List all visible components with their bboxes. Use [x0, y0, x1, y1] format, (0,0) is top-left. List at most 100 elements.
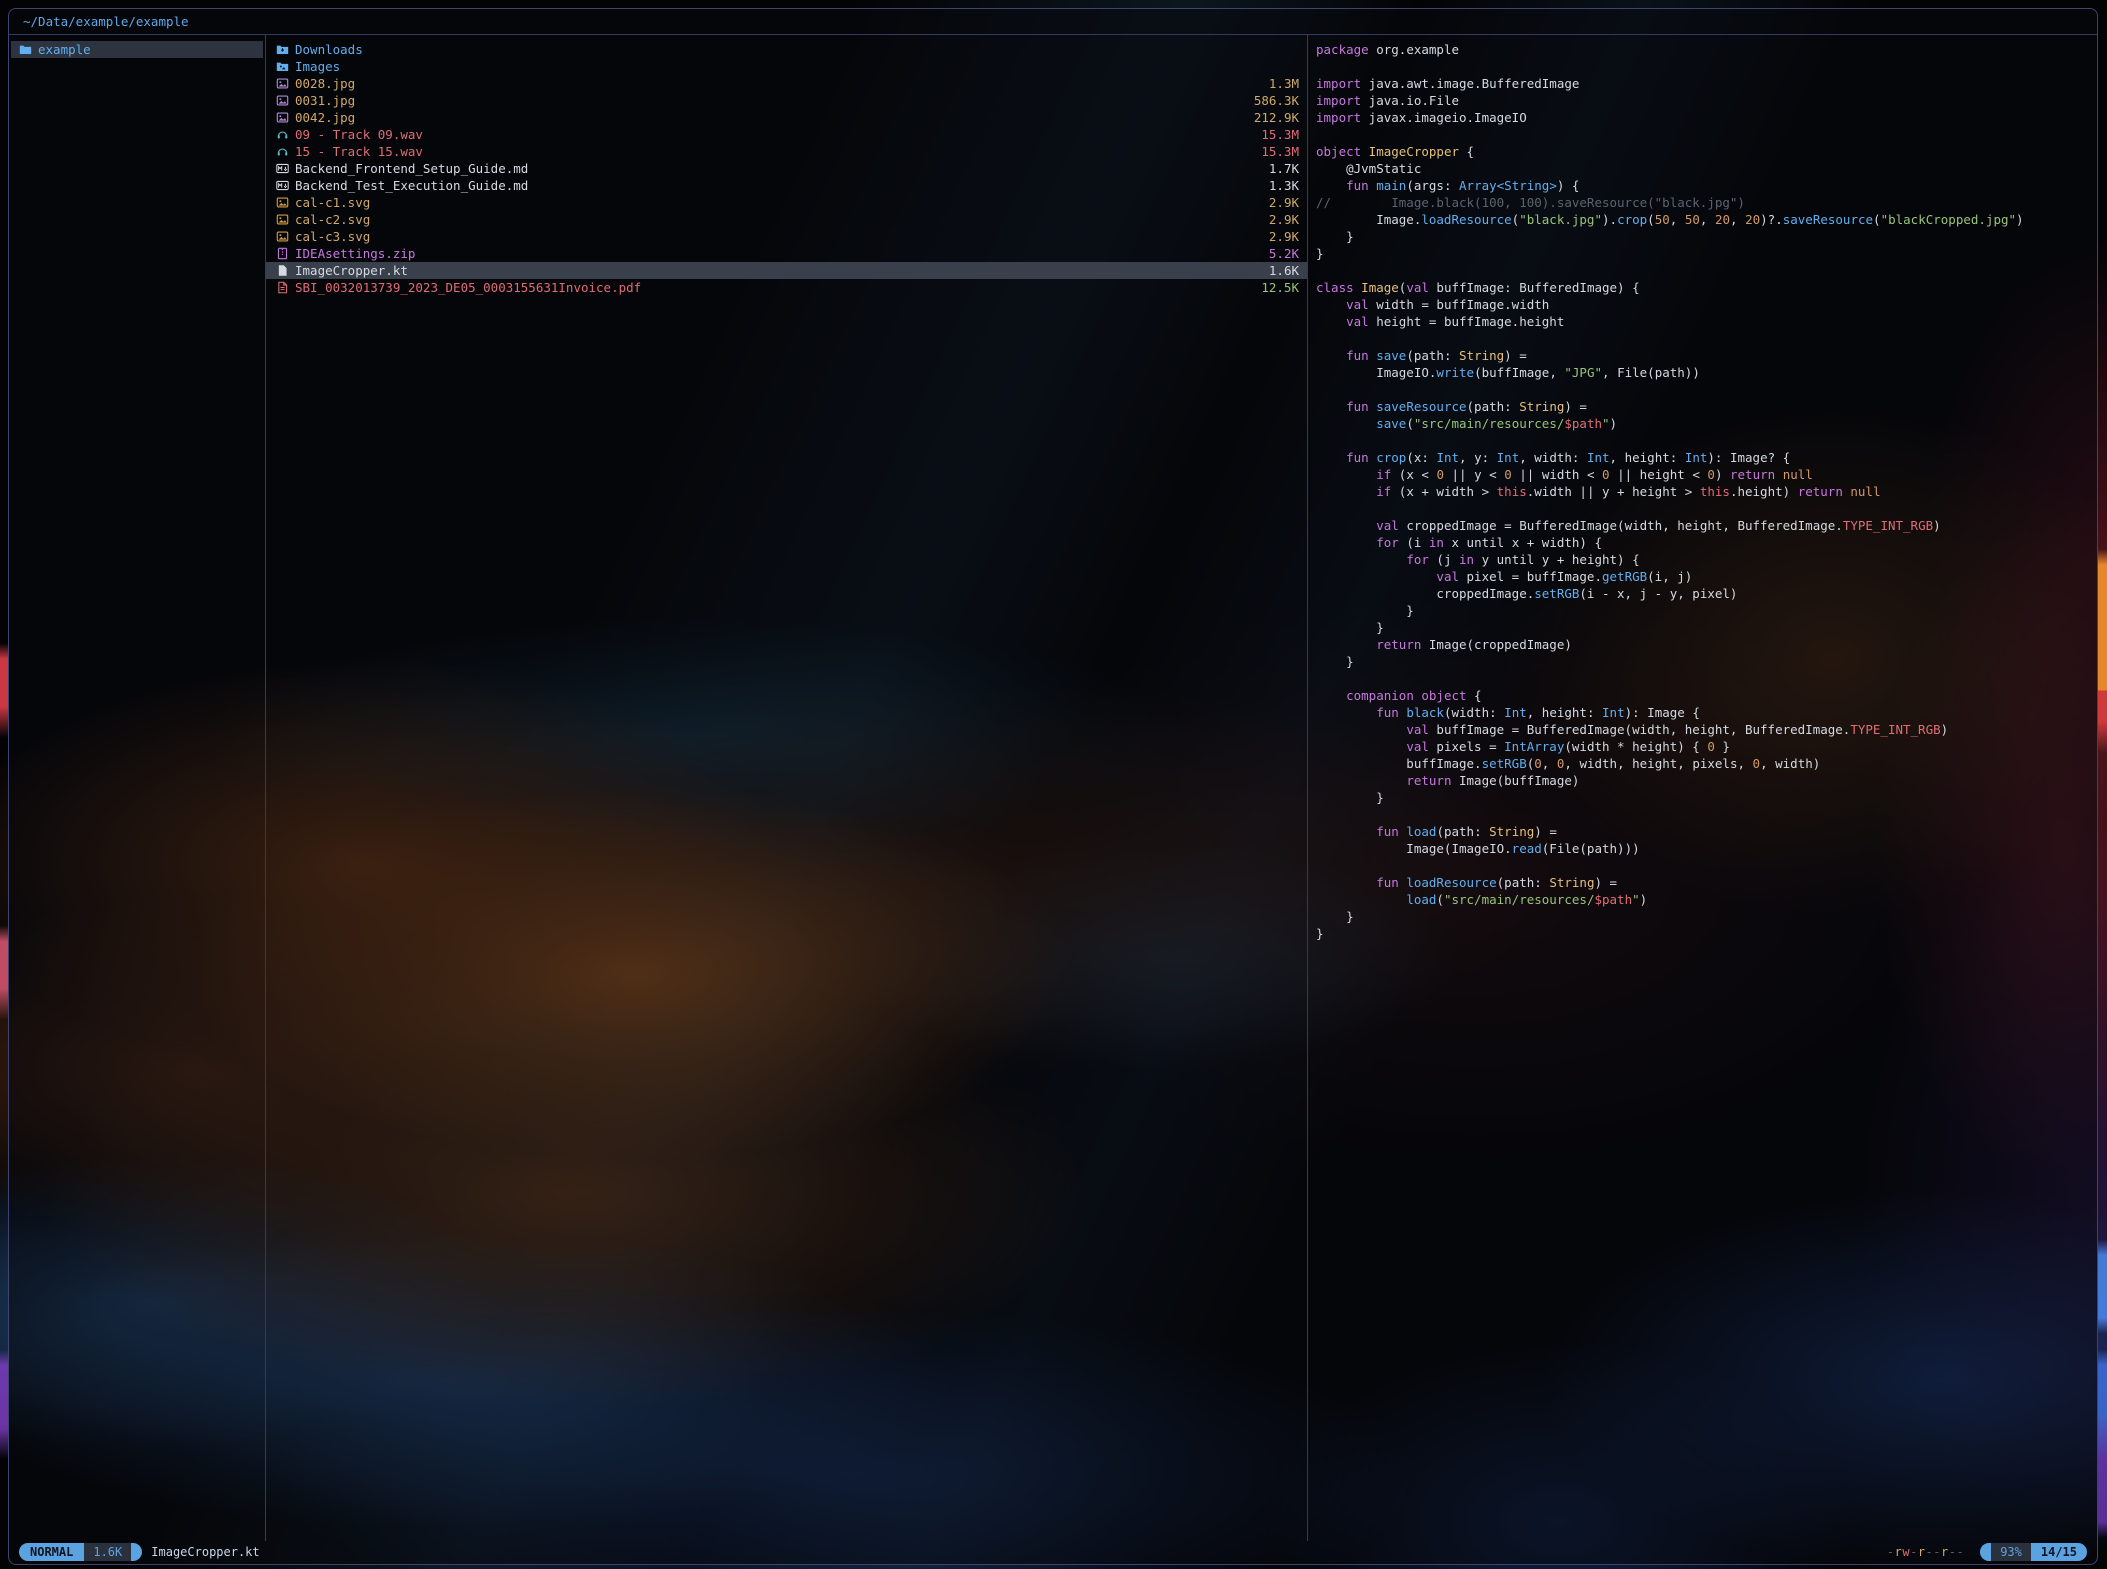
- file-row[interactable]: 15 - Track 15.wav15.3M: [266, 143, 1307, 160]
- file-name: 0028.jpg: [295, 75, 1257, 92]
- markdown-icon: [276, 179, 295, 192]
- file-row[interactable]: IDEAsettings.zip 5.2K: [266, 245, 1307, 262]
- code-line: // Image.black(100, 100).saveResource("b…: [1308, 194, 2097, 211]
- status-bar: NORMAL 1.6K ImageCropper.kt -rw-r--r-- 9…: [11, 1541, 2095, 1562]
- wallpaper-edge-right: [2098, 0, 2107, 1569]
- code-line: @JvmStatic: [1308, 160, 2097, 177]
- code-line: for (i in x until x + width) {: [1308, 534, 2097, 551]
- code-line: }: [1308, 653, 2097, 670]
- code-line: [1308, 670, 2097, 687]
- desktop: ~/Data/example/example example Downloads…: [0, 0, 2107, 1569]
- code-line: val pixels = IntArray(width * height) { …: [1308, 738, 2097, 755]
- audio-icon: [276, 128, 295, 141]
- folder-download-icon: [276, 43, 295, 56]
- code-line: fun save(path: String) =: [1308, 347, 2097, 364]
- file-row[interactable]: cal-c3.svg2.9K: [266, 228, 1307, 245]
- code-line: Image.loadResource("black.jpg").crop(50,…: [1308, 211, 2097, 228]
- code-line: ImageIO.write(buffImage, "JPG", File(pat…: [1308, 364, 2097, 381]
- file-name: cal-c1.svg: [295, 194, 1257, 211]
- code-line: [1308, 381, 2097, 398]
- powerline-cap-icon: [1980, 1543, 1991, 1561]
- file-name: cal-c2.svg: [295, 211, 1257, 228]
- status-right: -rw-r--r-- 93% 14/15: [1887, 1543, 2087, 1561]
- file-row[interactable]: Backend_Frontend_Setup_Guide.md 1.7K: [266, 160, 1307, 177]
- file-row[interactable]: SBI_0032013739_2023_DE05_0003155631Invoi…: [266, 279, 1307, 296]
- file-size: 1.3M: [1269, 75, 1299, 92]
- yazi-terminal-window: ~/Data/example/example example Downloads…: [8, 8, 2098, 1565]
- file-name: SBI_0032013739_2023_DE05_0003155631Invoi…: [295, 279, 1249, 296]
- preview-pane: package org.example import java.awt.imag…: [1308, 35, 2097, 1541]
- file-row[interactable]: cal-c2.svg 2.9K: [266, 211, 1307, 228]
- parent-row[interactable]: example: [11, 41, 263, 58]
- code-preview: package org.example import java.awt.imag…: [1308, 41, 2097, 942]
- code-line: if (x < 0 || y < 0 || width < 0 || heigh…: [1308, 466, 2097, 483]
- folder-image-icon: [276, 60, 295, 73]
- code-line: croppedImage.setRGB(i - x, j - y, pixel): [1308, 585, 2097, 602]
- code-line: import javax.imageio.ImageIO: [1308, 109, 2097, 126]
- file-size: 1.7K: [1269, 160, 1299, 177]
- file-size: 2.9K: [1269, 194, 1299, 211]
- file-name: ImageCropper.kt: [295, 262, 1257, 279]
- file-row[interactable]: 0042.jpg 212.9K: [266, 109, 1307, 126]
- file-row[interactable]: Downloads: [266, 41, 1307, 58]
- list-position-badge: 14/15: [2031, 1543, 2087, 1561]
- panes: example DownloadsImages0028.jpg 1.3M0031.…: [9, 34, 2097, 1541]
- file-name: 09 - Track 09.wav: [295, 126, 1249, 143]
- file-name: Backend_Frontend_Setup_Guide.md: [295, 160, 1257, 177]
- code-line: }: [1308, 925, 2097, 942]
- file-size-badge: 1.6K: [84, 1543, 131, 1561]
- code-line: buffImage.setRGB(0, 0, width, height, pi…: [1308, 755, 2097, 772]
- image-icon: [276, 111, 295, 124]
- code-line: }: [1308, 245, 2097, 262]
- file-row[interactable]: Images: [266, 58, 1307, 75]
- image-icon: [276, 94, 295, 107]
- file-size: 212.9K: [1254, 109, 1299, 126]
- markdown-icon: [276, 162, 295, 175]
- code-line: import java.awt.image.BufferedImage: [1308, 75, 2097, 92]
- code-line: companion object {: [1308, 687, 2097, 704]
- file-row[interactable]: Backend_Test_Execution_Guide.md1.3K: [266, 177, 1307, 194]
- code-line: [1308, 432, 2097, 449]
- image-icon: [276, 196, 295, 209]
- file-size: 12.5K: [1261, 279, 1299, 296]
- code-line: fun black(width: Int, height: Int): Imag…: [1308, 704, 2097, 721]
- file-size: 2.9K: [1269, 211, 1299, 228]
- code-line: for (j in y until y + height) {: [1308, 551, 2097, 568]
- code-line: fun load(path: String) =: [1308, 823, 2097, 840]
- code-line: save("src/main/resources/$path"): [1308, 415, 2097, 432]
- archive-icon: [276, 247, 295, 260]
- code-line: val pixel = buffImage.getRGB(i, j): [1308, 568, 2097, 585]
- file-name: example: [38, 41, 255, 58]
- file-row[interactable]: ImageCropper.kt 1.6K: [266, 262, 1307, 279]
- code-line: [1308, 58, 2097, 75]
- code-line: return Image(croppedImage): [1308, 636, 2097, 653]
- file-name: 0042.jpg: [295, 109, 1242, 126]
- image-icon: [276, 213, 295, 226]
- file-size: 5.2K: [1269, 245, 1299, 262]
- file-list-pane: DownloadsImages0028.jpg 1.3M0031.jpg586.3…: [266, 35, 1308, 1541]
- permissions: -rw-r--r--: [1887, 1545, 1964, 1559]
- file-row[interactable]: 0028.jpg 1.3M: [266, 75, 1307, 92]
- code-line: package org.example: [1308, 41, 2097, 58]
- audio-icon: [276, 145, 295, 158]
- code-line: if (x + width > this.width || y + height…: [1308, 483, 2097, 500]
- code-line: fun loadResource(path: String) =: [1308, 874, 2097, 891]
- file-name: Images: [295, 58, 1299, 75]
- code-line: fun saveResource(path: String) =: [1308, 398, 2097, 415]
- code-line: import java.io.File: [1308, 92, 2097, 109]
- image-icon: [276, 230, 295, 243]
- code-line: }: [1308, 228, 2097, 245]
- code-line: [1308, 500, 2097, 517]
- file-row[interactable]: cal-c1.svg 2.9K: [266, 194, 1307, 211]
- image-icon: [276, 77, 295, 90]
- file-row[interactable]: 0031.jpg586.3K: [266, 92, 1307, 109]
- file-name: IDEAsettings.zip: [295, 245, 1257, 262]
- status-file-name: ImageCropper.kt: [151, 1545, 259, 1559]
- file-size: 1.6K: [1269, 262, 1299, 279]
- code-line: val buffImage = BufferedImage(width, hei…: [1308, 721, 2097, 738]
- file-row[interactable]: 09 - Track 09.wav 15.3M: [266, 126, 1307, 143]
- code-line: }: [1308, 908, 2097, 925]
- code-line: val croppedImage = BufferedImage(width, …: [1308, 517, 2097, 534]
- file-size: 15.3M: [1261, 126, 1299, 143]
- file-size: 1.3K: [1269, 177, 1299, 194]
